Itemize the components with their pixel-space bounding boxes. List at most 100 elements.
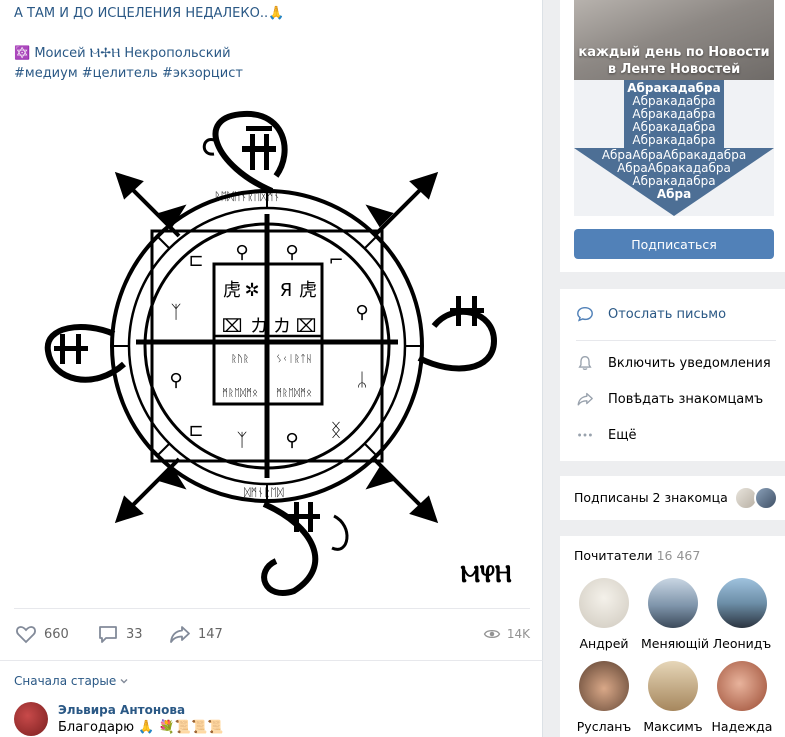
heart-icon	[16, 626, 36, 644]
comment-count: 33	[126, 626, 143, 642]
fan-avatar	[579, 578, 629, 628]
fan-item[interactable]: Русланъ	[572, 661, 636, 734]
post-actions: 660 33 147 14K	[14, 620, 530, 648]
svg-text:ᛞᛗᚾᚱᛖᛞ: ᛞᛗᚾᚱᛖᛞ	[244, 486, 284, 499]
share-to-friends-item[interactable]: Повѣдать знакомцамъ	[576, 387, 763, 411]
share-to-friends-label: Повѣдать знакомцамъ	[608, 391, 764, 407]
share-arrow-icon	[577, 392, 593, 406]
notifications-item[interactable]: Включить уведомления	[576, 351, 771, 375]
abra-line-8: Абра	[656, 187, 692, 201]
svg-text:⌧: ⌧	[296, 316, 317, 337]
send-message-label: Отослать письмо	[608, 306, 727, 322]
more-dots-icon	[578, 433, 592, 437]
post-hashtags[interactable]: #медиум #целитель #экзорцист	[14, 66, 243, 81]
fan-avatar	[648, 578, 698, 628]
svg-text:ᛉ: ᛉ	[237, 430, 248, 451]
comment-author-avatar[interactable]	[14, 702, 48, 736]
svg-text:⚲: ⚲	[169, 370, 182, 391]
abracadabra-arrow: Абракадабра Абракадабра Абракадабра Абра…	[574, 80, 774, 216]
svg-text:✲: ✲	[244, 280, 259, 301]
fan-name: Надежда	[711, 719, 773, 734]
like-count: 660	[44, 626, 69, 642]
more-item[interactable]: Ещё	[576, 423, 636, 447]
comment-text: Благодарю 🙏 💐📜📜📜	[58, 720, 224, 735]
view-counter: 14K	[483, 620, 530, 648]
promo-widget: каждый день по Новости в Ленте Новостей …	[560, 0, 785, 272]
svg-text:Я: Я	[280, 280, 293, 301]
comments-section: Сначала старые Эльвира Антонова Благодар…	[0, 660, 543, 737]
bell-icon	[578, 356, 592, 370]
friend-avatar[interactable]	[754, 486, 778, 510]
fan-item[interactable]: Леонидъ	[710, 578, 774, 651]
profile-actions-menu: Отослать письмо Включить уведомления Пов…	[560, 289, 785, 461]
post-author-link[interactable]: 🔯 Моисей Ⲙ✢Ⲏ Некропольский	[14, 46, 231, 61]
svg-text:⚲: ⚲	[235, 242, 248, 263]
svg-text:カ: カ	[273, 316, 291, 337]
svg-text:⊏: ⊏	[188, 420, 203, 441]
post-card: А ТАМ И ДО ИСЦЕЛЕНИЯ НЕДАЛЕКО..🙏 🔯 Моисе…	[0, 0, 543, 660]
promo-caption-line2: в Ленте Новостей	[607, 62, 741, 77]
svg-text:虎: 虎	[299, 280, 317, 301]
svg-text:⊏: ⊏	[188, 250, 203, 271]
fan-item[interactable]: Меняющій	[641, 578, 710, 651]
send-message-item[interactable]: Отослать письмо	[576, 302, 726, 326]
fan-name: Андрей	[579, 636, 629, 651]
fan-name: Леонидъ	[712, 636, 772, 651]
more-label: Ещё	[608, 427, 637, 443]
svg-text:ᚱᚢᚱ: ᚱᚢᚱ	[231, 354, 249, 365]
fans-block: Почитатели 16 467 Андрей Меняющій Леонидъ…	[560, 536, 785, 737]
svg-text:⚲: ⚲	[285, 430, 298, 451]
svg-text:ᛉ: ᛉ	[171, 302, 182, 323]
svg-text:ᚱᛖᛞᛗᚾᚱᛖᛞᛗᚾ: ᚱᛖᛞᛗᚾᚱᛖᛞᛗᚾ	[214, 190, 280, 203]
message-bubble-icon	[577, 306, 593, 322]
fans-title[interactable]: Почитатели 16 467	[574, 548, 700, 563]
subscribe-button[interactable]: Подписаться	[574, 229, 774, 259]
svg-text:⚲: ⚲	[285, 242, 298, 263]
fan-item[interactable]: Андрей	[572, 578, 636, 651]
post-image[interactable]: ᚱᛖᛞᛗᚾᚱᛖᛞᛗᚾ ᛞᛗᚾᚱᛖᛞ ⊏ ⚲ ⚲ ⌐ ᛉ ⚲ ⚲ ᛦ ⊏ ᛉ ⚲ ᛝ 虎 ✲ Я 虎 ⌧…	[14, 96, 530, 600]
svg-text:ᛝ: ᛝ	[331, 420, 342, 441]
fan-name: Максимъ	[643, 719, 703, 734]
chevron-down-icon	[120, 679, 128, 684]
rune-circle-image: ᚱᛖᛞᛗᚾᚱᛖᛞᛗᚾ ᛞᛗᚾᚱᛖᛞ ⊏ ⚲ ⚲ ⌐ ᛉ ⚲ ⚲ ᛦ ⊏ ᛉ ⚲ ᛝ 虎 ✲ Я 虎 ⌧…	[44, 110, 512, 596]
fan-name: Меняющій	[641, 636, 710, 651]
svg-text:ᛗᚱᛖᛞᛗᛟ: ᛗᚱᛖᛞᛗᛟ	[222, 388, 258, 399]
comment-author-name[interactable]: Эльвира Антонова	[58, 703, 185, 717]
fans-count: 16 467	[656, 548, 701, 563]
fan-avatar	[648, 661, 698, 711]
abra-line-4: Абракадабра	[632, 133, 716, 147]
post-divider	[14, 608, 530, 609]
fan-avatar	[717, 661, 767, 711]
svg-text:ᛦ: ᛦ	[357, 370, 368, 391]
eye-icon	[483, 629, 501, 639]
fan-name: Русланъ	[576, 719, 632, 734]
svg-text:⌧: ⌧	[222, 316, 243, 337]
view-count: 14K	[506, 627, 530, 641]
svg-text:ᛗᚱᛖᛞᛗᛟ: ᛗᚱᛖᛞᛗᛟ	[276, 388, 312, 399]
share-arrow-icon	[170, 626, 190, 643]
like-button[interactable]: 660	[14, 620, 69, 648]
promo-caption: каждый день по Новости в Ленте Новостей	[574, 44, 774, 78]
comment-sort-dropdown[interactable]: Сначала старые	[14, 674, 129, 688]
friends-subscribed-label: Подписаны 2 знакомца	[574, 490, 728, 505]
menu-divider	[576, 340, 776, 341]
fan-item[interactable]: Максимъ	[641, 661, 705, 734]
comment-sort-label: Сначала старые	[14, 674, 117, 688]
fans-title-label: Почитатели	[574, 548, 653, 563]
post-title: А ТАМ И ДО ИСЦЕЛЕНИЯ НЕДАЛЕКО..🙏	[14, 6, 285, 21]
svg-text:ᛊᚲᛁᚱᛏᚺ: ᛊᚲᛁᚱᛏᚺ	[276, 354, 312, 365]
svg-text:カ: カ	[250, 316, 268, 337]
image-signature: ⲘⳠⲎ	[460, 559, 511, 588]
svg-text:虎: 虎	[223, 280, 241, 301]
promo-photo: каждый день по Новости в Ленте Новостей	[574, 0, 774, 80]
fan-item[interactable]: Надежда	[710, 661, 774, 734]
promo-caption-line1: каждый день по Новости	[578, 45, 770, 60]
comment-button[interactable]: 33	[96, 620, 143, 648]
comment-icon	[99, 626, 117, 643]
svg-text:⚲: ⚲	[355, 302, 368, 323]
share-button[interactable]: 147	[168, 620, 223, 648]
fan-avatar	[579, 661, 629, 711]
share-count: 147	[198, 626, 223, 642]
svg-text:⌐: ⌐	[328, 250, 343, 271]
friends-subscribed[interactable]: Подписаны 2 знакомца	[560, 476, 785, 520]
